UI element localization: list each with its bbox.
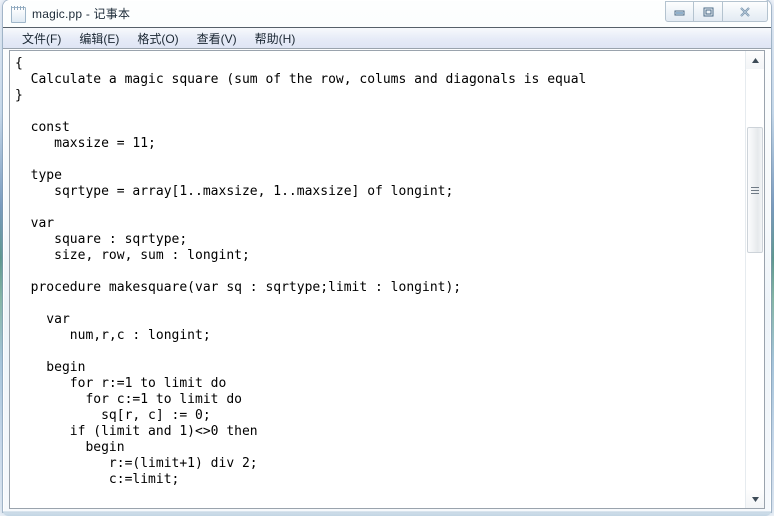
menu-item-help[interactable]: 帮助(H) [246, 28, 305, 49]
maximize-icon [703, 7, 713, 16]
minimize-icon [674, 10, 685, 16]
title-bar[interactable]: magic.pp - 记事本 [3, 0, 771, 27]
scrollbar-thumb[interactable] [747, 127, 763, 253]
menu-item-file[interactable]: 文件(F) [13, 28, 70, 49]
minimize-button[interactable] [665, 1, 694, 22]
vertical-scrollbar[interactable] [745, 51, 764, 508]
client-area: { Calculate a magic square (sum of the r… [9, 50, 765, 509]
editor-content[interactable]: { Calculate a magic square (sum of the r… [15, 56, 745, 488]
menu-item-format[interactable]: 格式(O) [128, 28, 187, 49]
scrollbar-grip-icon [751, 186, 759, 194]
notepad-icon [10, 5, 26, 23]
menu-item-view[interactable]: 查看(V) [188, 28, 246, 49]
window-bottom-edge [3, 511, 771, 516]
notepad-window: magic.pp - 记事本 文件(F) 编辑(E) 格式(O) 查看(V) 帮… [3, 0, 771, 512]
caption-buttons [665, 1, 768, 22]
menu-bar: 文件(F) 编辑(E) 格式(O) 查看(V) 帮助(H) [3, 27, 771, 49]
scroll-up-button[interactable] [746, 51, 764, 69]
scroll-up-icon [751, 57, 759, 63]
close-button[interactable] [723, 1, 768, 22]
scroll-down-button[interactable] [746, 490, 764, 508]
text-editor[interactable]: { Calculate a magic square (sum of the r… [10, 51, 745, 508]
close-icon [740, 6, 750, 17]
window-title: magic.pp - 记事本 [32, 7, 131, 21]
screen: magic.pp - 记事本 文件(F) 编辑(E) 格式(O) 查看(V) 帮… [0, 0, 774, 516]
menu-item-edit[interactable]: 编辑(E) [70, 28, 128, 49]
maximize-button[interactable] [694, 1, 723, 22]
scroll-down-icon [751, 496, 759, 502]
